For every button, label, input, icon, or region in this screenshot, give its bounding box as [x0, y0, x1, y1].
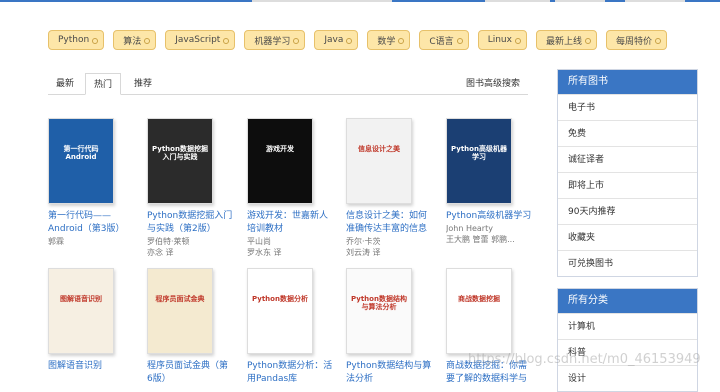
book-card[interactable]: 游戏开发游戏开发：世嘉新人培训教材 平山尚罗水东 译	[247, 118, 337, 258]
book-cover-text: Python数据分析	[252, 295, 308, 303]
book-cover[interactable]: Python数据分析	[247, 268, 313, 354]
book-cover[interactable]: 游戏开发	[247, 118, 313, 204]
book-translator: 亦念 译	[147, 248, 174, 257]
tab-latest[interactable]: 最新	[56, 73, 74, 95]
header-button[interactable]	[485, 0, 550, 2]
book-author: 乔尔·卡茨	[346, 237, 381, 246]
book-title[interactable]: 图解语音识别	[48, 360, 134, 373]
book-cover[interactable]: 图解语音识别	[48, 268, 114, 354]
book-cover-text: Python数据结构与算法分析	[351, 295, 407, 312]
book-cover-text: 商战数据挖掘	[458, 295, 500, 303]
book-author: John Hearty	[446, 224, 493, 233]
header-button[interactable]	[625, 0, 685, 2]
tag-math[interactable]: 数学	[367, 30, 411, 50]
watermark: https://blog.csdn.net/m0_46153949	[468, 352, 701, 367]
book-title[interactable]: Python数据挖掘入门与实践（第2版）	[147, 210, 233, 236]
book-translator: 罗水东 译	[247, 248, 282, 257]
book-title[interactable]: 游戏开发：世嘉新人培训教材	[247, 210, 333, 236]
book-card[interactable]: 图解语音识别 图解语音识别	[48, 268, 138, 373]
header-button[interactable]	[555, 0, 605, 2]
header-search-box[interactable]	[252, 0, 392, 2]
sidebar-categories: 所有分类 计算机 科普 设计	[557, 288, 698, 392]
sidebar-item-translators[interactable]: 诚征译者	[558, 146, 697, 172]
tag-linux[interactable]: Linux	[477, 30, 527, 50]
book-card[interactable]: Python数据挖掘入门与实践 Python数据挖掘入门与实践（第2版） 罗伯特·莱…	[147, 118, 237, 258]
book-cover-text: Python高级机器学习	[451, 145, 507, 162]
book-card[interactable]: 程序员面试金典程序员面试金典（第6版）	[147, 268, 237, 386]
book-author: 平山尚	[247, 237, 271, 246]
tag-javascript[interactable]: JavaScript	[165, 30, 236, 50]
book-translator: 刘云涛 译	[346, 248, 381, 257]
tag-weekly-deal[interactable]: 每周特价	[605, 30, 667, 50]
tag-machine-learning[interactable]: 机器学习	[244, 30, 306, 50]
book-title[interactable]: Python数据分析：活用Pandas库	[247, 360, 333, 386]
sidebar-item-free[interactable]: 免费	[558, 120, 697, 146]
book-cover-text: 信息设计之美	[358, 145, 400, 153]
top-bar	[0, 0, 720, 2]
book-cover[interactable]: Python数据结构与算法分析	[346, 268, 412, 354]
sidebar-item-computer[interactable]: 计算机	[558, 313, 697, 339]
advanced-search-link[interactable]: 图书高级搜索	[466, 73, 520, 95]
tag-bar: Python 算法 JavaScript 机器学习 Java 数学 C语言 Li…	[48, 30, 667, 50]
book-tabs: 最新 热门 推荐 图书高级搜索	[48, 73, 528, 95]
book-author: 罗伯特·莱顿	[147, 237, 190, 246]
tag-c-language[interactable]: C语言	[419, 30, 469, 50]
book-card[interactable]: 第一行代码 Android 第一行代码——Android（第3版） 郭霖	[48, 118, 138, 247]
book-author: 郭霖	[48, 237, 64, 246]
sidebar-all-books-title[interactable]: 所有图书	[558, 70, 697, 94]
book-translator: 王大鹏 管蕾 郭鹏...	[446, 235, 515, 244]
book-card[interactable]: Python数据结构与算法分析 Python数据结构与算法分析	[346, 268, 436, 386]
book-card[interactable]: 信息设计之美信息设计之美：如何准确传达丰富的信息 乔尔·卡茨刘云涛 译	[346, 118, 436, 258]
book-title[interactable]: Python高级机器学习	[446, 210, 532, 223]
book-cover[interactable]: Python高级机器学习	[446, 118, 512, 204]
book-cover-text: 游戏开发	[266, 145, 294, 153]
book-card[interactable]: 商战数据挖掘商战数据挖掘：你需要了解的数据科学与分析思维	[446, 268, 536, 386]
sidebar-item-ebook[interactable]: 电子书	[558, 94, 697, 120]
sidebar-item-favorites[interactable]: 收藏夹	[558, 224, 697, 250]
tag-java[interactable]: Java	[314, 30, 359, 50]
sidebar-item-coming-soon[interactable]: 即将上市	[558, 172, 697, 198]
sidebar-item-design[interactable]: 设计	[558, 365, 697, 391]
book-cover-text: 程序员面试金典	[155, 295, 205, 303]
book-cover-text: 图解语音识别	[60, 295, 102, 303]
book-cover[interactable]: 第一行代码 Android	[48, 118, 114, 204]
book-card[interactable]: Python高级机器学习 Python高级机器学习 John Hearty 王大鹏 管…	[446, 118, 536, 245]
sidebar-item-redeemable[interactable]: 可兑换图书	[558, 250, 697, 276]
sidebar-all-books: 所有图书 电子书 免费 诚征译者 即将上市 90天内推荐 收藏夹 可兑换图书	[557, 69, 698, 277]
tab-recommended[interactable]: 推荐	[134, 73, 152, 95]
book-title[interactable]: 第一行代码——Android（第3版）	[48, 210, 134, 236]
tab-popular[interactable]: 热门	[85, 73, 122, 95]
book-cover[interactable]: 商战数据挖掘	[446, 268, 512, 354]
sidebar-item-90days[interactable]: 90天内推荐	[558, 198, 697, 224]
tag-algorithm[interactable]: 算法	[113, 30, 157, 50]
tag-new-release[interactable]: 最新上线	[535, 30, 597, 50]
book-title[interactable]: 信息设计之美：如何准确传达丰富的信息	[346, 210, 432, 236]
tag-python[interactable]: Python	[48, 30, 105, 50]
book-title[interactable]: Python数据结构与算法分析	[346, 360, 432, 386]
book-cover[interactable]: 信息设计之美	[346, 118, 412, 204]
book-title[interactable]: 程序员面试金典（第6版）	[147, 360, 233, 386]
book-card[interactable]: Python数据分析 Python数据分析：活用Pandas库	[247, 268, 337, 386]
book-cover[interactable]: Python数据挖掘入门与实践	[147, 118, 213, 204]
book-cover-text: Python数据挖掘入门与实践	[152, 145, 208, 162]
sidebar-categories-title[interactable]: 所有分类	[558, 289, 697, 313]
book-cover[interactable]: 程序员面试金典	[147, 268, 213, 354]
book-cover-text: 第一行代码 Android	[63, 145, 99, 162]
